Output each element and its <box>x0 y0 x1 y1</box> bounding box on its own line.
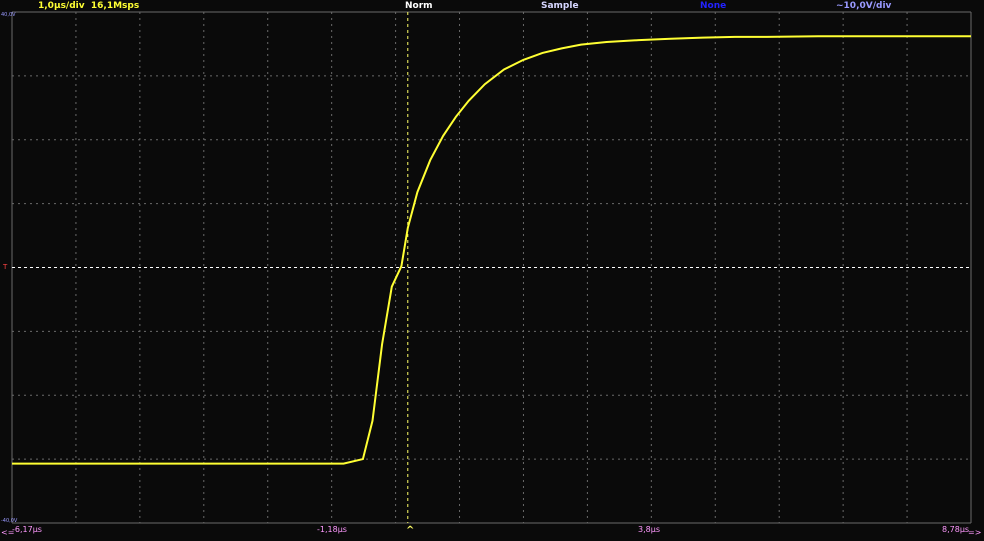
time-label-left: -6,17µs <box>12 525 42 534</box>
bottom-voltage-label: -40,0V <box>1 518 18 524</box>
trigger-position-marker[interactable]: ^ <box>406 526 414 536</box>
waveform-display[interactable] <box>0 0 984 541</box>
time-axis-bar: <= -6,17µs -1,18µs ^ 3,8µs 8,78µs => <box>0 525 984 541</box>
scroll-right-button[interactable]: => <box>968 528 981 538</box>
trigger-level-marker[interactable]: T <box>3 264 7 271</box>
channel-1-trace <box>12 35 971 465</box>
time-label-mid-right: 3,8µs <box>638 525 660 534</box>
graticule <box>11 11 972 524</box>
top-voltage-label: 40,0V <box>1 12 16 18</box>
time-label-right: 8,78µs <box>942 525 970 534</box>
time-label-mid-left: -1,18µs <box>317 525 347 534</box>
